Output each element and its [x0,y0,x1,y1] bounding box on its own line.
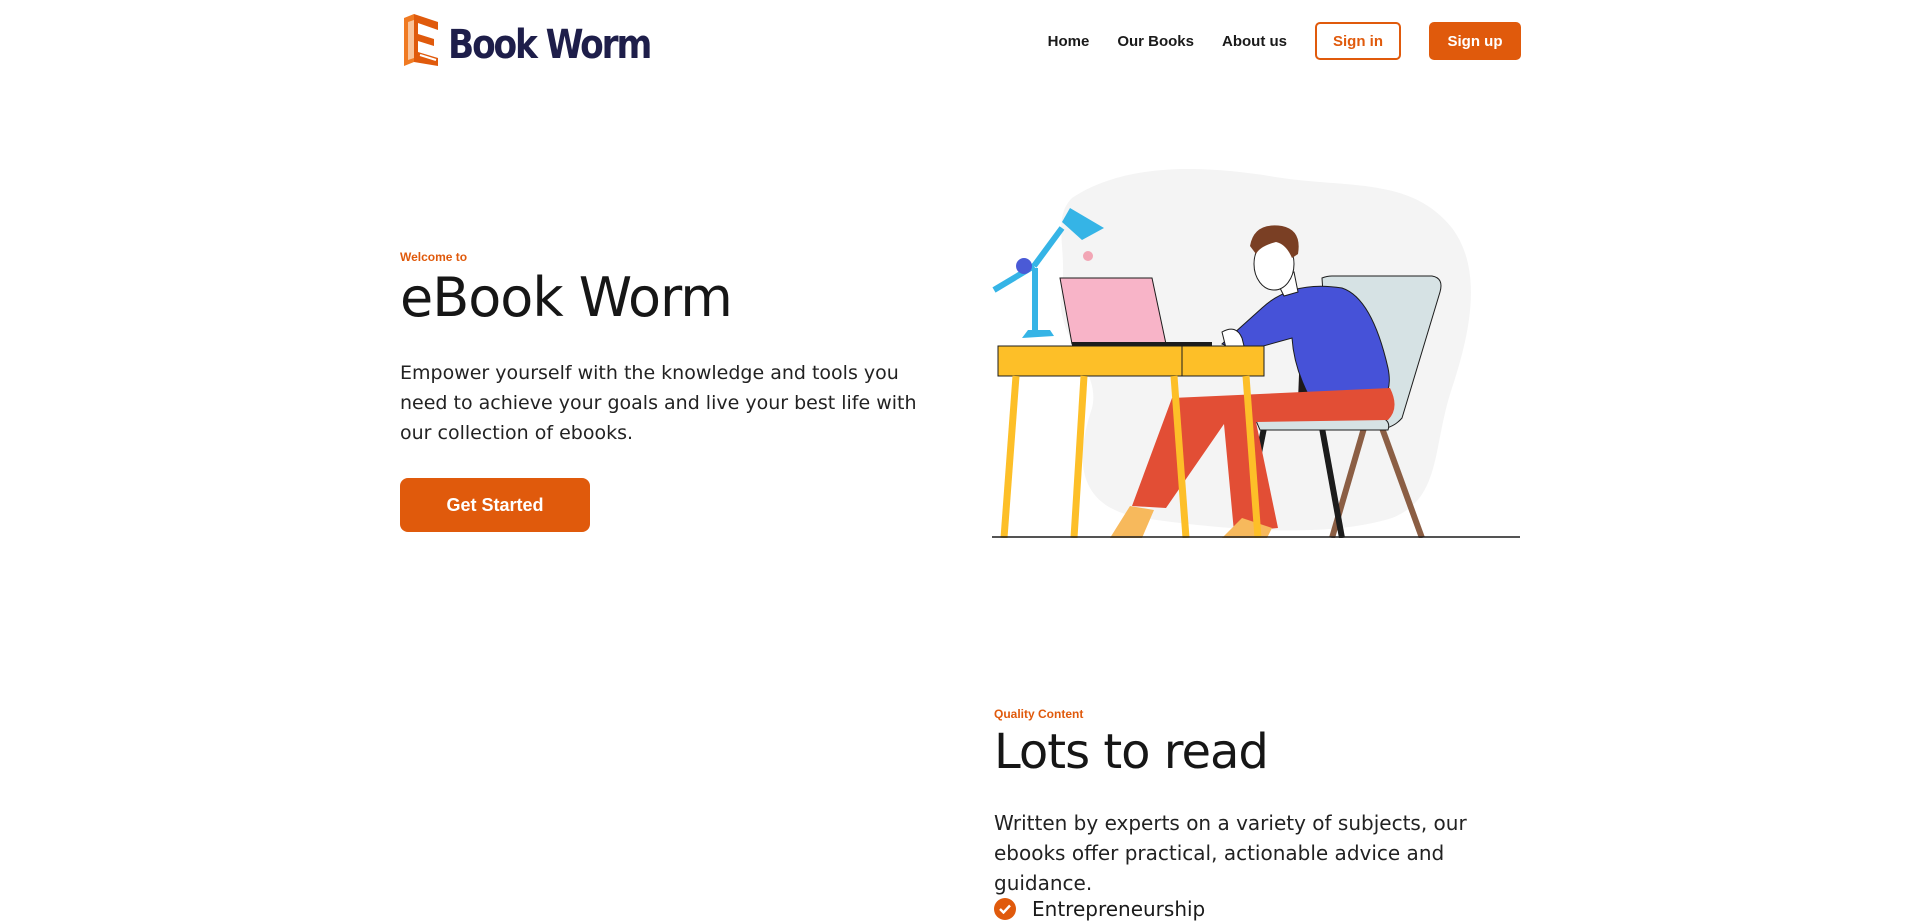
features-title: Lots to read [994,724,1269,780]
hero-description: Empower yourself with the knowledge and … [400,362,917,444]
site-header: Book Worm Home Our Books About us Sign i… [0,0,1920,84]
check-circle-icon [994,898,1016,920]
reading-illustration [992,168,1520,543]
book-logo-icon [400,14,440,75]
sign-in-button[interactable]: Sign in [1315,22,1401,60]
brand-logo[interactable]: Book Worm [400,14,683,75]
features-eyebrow: Quality Content [994,707,1084,721]
features-list: Entrepreneurship [994,896,1205,922]
hero-eyebrow: Welcome to [400,250,468,264]
sign-up-button[interactable]: Sign up [1429,22,1521,60]
list-item: Entrepreneurship [994,896,1205,922]
features-description: Written by experts on a variety of subje… [994,811,1467,895]
nav-our-books-link[interactable]: Our Books [1117,33,1194,50]
list-item-label: Entrepreneurship [1032,897,1206,921]
logo-text: Book Worm [448,21,652,68]
get-started-button[interactable]: Get Started [400,478,590,532]
nav-about-us-link[interactable]: About us [1222,33,1287,50]
main-nav: Home Our Books About us Sign in Sign up [1048,22,1521,60]
hero-title: eBook Worm [400,266,733,329]
nav-home-link[interactable]: Home [1048,33,1090,50]
